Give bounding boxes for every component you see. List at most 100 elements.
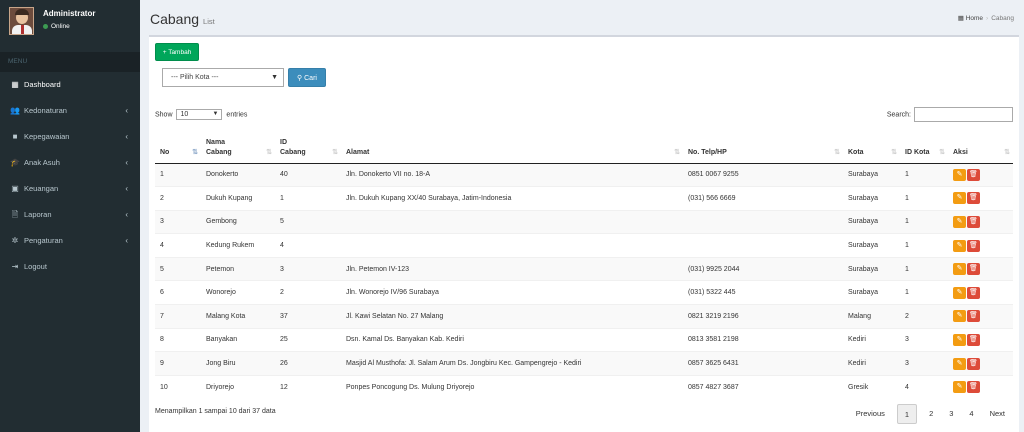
cell-idkota: 3 (900, 327, 948, 352)
table-row: 7 Malang Kota 37 Jl. Kawi Selatan No. 27 Ma… (155, 304, 1013, 329)
cell-aksi: ✎ 🗑 (948, 162, 1013, 187)
trash-icon[interactable]: 🗑 (967, 239, 980, 252)
caret-down-icon: ▼ (212, 111, 219, 117)
cell-no: 4 (155, 233, 201, 258)
add-button[interactable]: + Tambah (155, 43, 199, 61)
edit-icon[interactable]: ✎ (953, 215, 966, 228)
edit-icon[interactable]: ✎ (953, 168, 966, 181)
sidebar-item-kepegawaian[interactable]: ■ Kepegawaian ‹ (0, 124, 140, 150)
cell-kota: Gresik (843, 374, 900, 399)
cabang-table: No ⇅ Nama Cabang ⇅ ID Cabang ⇅ Alamat ⇅ No. Telp… (155, 127, 1013, 399)
trash-icon[interactable]: 🗑 (967, 357, 980, 370)
trash-icon[interactable]: 🗑 (967, 168, 980, 181)
sort-icon: ⇅ (891, 148, 897, 156)
pagination-1[interactable]: 1 (896, 404, 918, 424)
user-name: Administrator (43, 9, 96, 18)
cell-telp: 0857 4827 3687 (683, 374, 843, 399)
cell-no: 1 (155, 162, 201, 187)
trash-icon[interactable]: 🗑 (967, 286, 980, 299)
edit-icon[interactable]: ✎ (953, 333, 966, 346)
entries-select[interactable]: 10 ▼ (176, 109, 223, 120)
cell-alamat: Jl. Kawi Selatan No. 27 Malang (341, 304, 683, 329)
sidebar-item-pengaturan[interactable]: ✲ Pengaturan ‹ (0, 228, 140, 254)
column-header-alamat[interactable]: Alamat ⇅ (341, 127, 683, 164)
trash-icon[interactable]: 🗑 (967, 381, 980, 394)
column-header-telp[interactable]: No. Telp/HP ⇅ (683, 127, 843, 164)
page-subtitle: List (203, 17, 215, 26)
edit-icon[interactable]: ✎ (953, 381, 966, 394)
sidebar-item-label: Kepegawaian (24, 132, 70, 141)
cell-id: 1 (275, 186, 341, 211)
pagination: Previous 1 2 3 4 Next (848, 404, 1013, 424)
column-header-id[interactable]: ID Cabang ⇅ (275, 127, 341, 164)
cell-idkota: 1 (900, 209, 948, 234)
sign-out-icon: ⇥ (11, 262, 19, 271)
cell-alamat: Jln. Wonorejo IV/96 Surabaya (341, 280, 683, 305)
trash-icon[interactable]: 🗑 (967, 263, 980, 276)
sort-asc-icon: ⇅ (192, 148, 198, 156)
content-header: Cabang List ▦ Home › Cabang (140, 0, 1024, 36)
column-header-no[interactable]: No ⇅ (155, 127, 201, 164)
cell-nama: Malang Kota (201, 304, 275, 329)
city-select[interactable]: --- Pilih Kota --- ▼ (162, 68, 284, 87)
edit-icon[interactable]: ✎ (953, 357, 966, 370)
cell-kota: Surabaya (843, 256, 900, 281)
cell-id: 2 (275, 280, 341, 305)
cell-nama: Banyakan (201, 327, 275, 352)
entries-length-control: Show 10 ▼ entries (155, 109, 248, 120)
dashboard-icon: ▦ (11, 80, 19, 89)
cell-nama: Wonorejo (201, 280, 275, 305)
cell-alamat: Masjid Al Musthofa: Jl. Salam Arum Ds. J… (341, 351, 683, 376)
cell-no: 2 (155, 186, 201, 211)
cell-telp: (031) 5322 445 (683, 280, 843, 305)
pagination-4[interactable]: 4 (961, 404, 981, 424)
cell-kota: Surabaya (843, 186, 900, 211)
pagination-3[interactable]: 3 (941, 404, 961, 424)
trash-icon[interactable]: 🗑 (967, 215, 980, 228)
column-header-idkota[interactable]: ID Kota ⇅ (900, 127, 948, 164)
cell-alamat: Jln. Dukuh Kupang XX/40 Surabaya, Jatim-… (341, 186, 683, 211)
sidebar-item-logout[interactable]: ⇥ Logout (0, 254, 140, 280)
column-header-nama[interactable]: Nama Cabang ⇅ (201, 127, 275, 164)
cell-kota: Surabaya (843, 209, 900, 234)
sidebar-item-kedonaturan[interactable]: 👥 Kedonaturan ‹ (0, 98, 140, 124)
sidebar-item-label: Laporan (24, 210, 52, 219)
pagination-next[interactable]: Next (982, 404, 1013, 424)
edit-icon[interactable]: ✎ (953, 239, 966, 252)
sidebar-item-anak-asuh[interactable]: 🎓 Anak Asuh ‹ (0, 150, 140, 176)
cell-no: 5 (155, 256, 201, 281)
cell-no: 9 (155, 351, 201, 376)
cell-nama: Driyorejo (201, 374, 275, 399)
edit-icon[interactable]: ✎ (953, 192, 966, 205)
cell-telp (683, 209, 843, 234)
table-search-input[interactable] (914, 107, 1013, 122)
sidebar-item-laporan[interactable]: 🗎 Laporan ‹ (0, 202, 140, 228)
chevron-left-icon: ‹ (125, 236, 128, 245)
trash-icon[interactable]: 🗑 (967, 333, 980, 346)
cell-aksi: ✎ 🗑 (948, 280, 1013, 305)
trash-icon[interactable]: 🗑 (967, 310, 980, 323)
table-row: 3 Gembong 5 Surabaya 1 ✎ 🗑 (155, 209, 1013, 234)
column-header-kota[interactable]: Kota ⇅ (843, 127, 900, 164)
cell-nama: Gembong (201, 209, 275, 234)
pagination-previous[interactable]: Previous (848, 404, 893, 424)
cell-id: 37 (275, 304, 341, 329)
cell-kota: Malang (843, 304, 900, 329)
trash-icon[interactable]: 🗑 (967, 192, 980, 205)
cell-idkota: 3 (900, 351, 948, 376)
edit-icon[interactable]: ✎ (953, 286, 966, 299)
pagination-2[interactable]: 2 (921, 404, 941, 424)
sidebar-item-keuangan[interactable]: ▣ Keuangan ‹ (0, 176, 140, 202)
cell-telp: (031) 566 6669 (683, 186, 843, 211)
chevron-left-icon: ‹ (125, 132, 128, 141)
cell-id: 5 (275, 209, 341, 234)
edit-icon[interactable]: ✎ (953, 310, 966, 323)
cell-aksi: ✎ 🗑 (948, 233, 1013, 258)
edit-icon[interactable]: ✎ (953, 263, 966, 276)
sidebar-item-dashboard[interactable]: ▦ Dashboard (0, 72, 140, 98)
search-button[interactable]: ⚲ Cari (288, 68, 326, 87)
column-header-aksi[interactable]: Aksi ⇅ (948, 127, 1013, 164)
cell-no: 6 (155, 280, 201, 305)
breadcrumb-home[interactable]: Home (966, 15, 983, 22)
cell-id: 12 (275, 374, 341, 399)
